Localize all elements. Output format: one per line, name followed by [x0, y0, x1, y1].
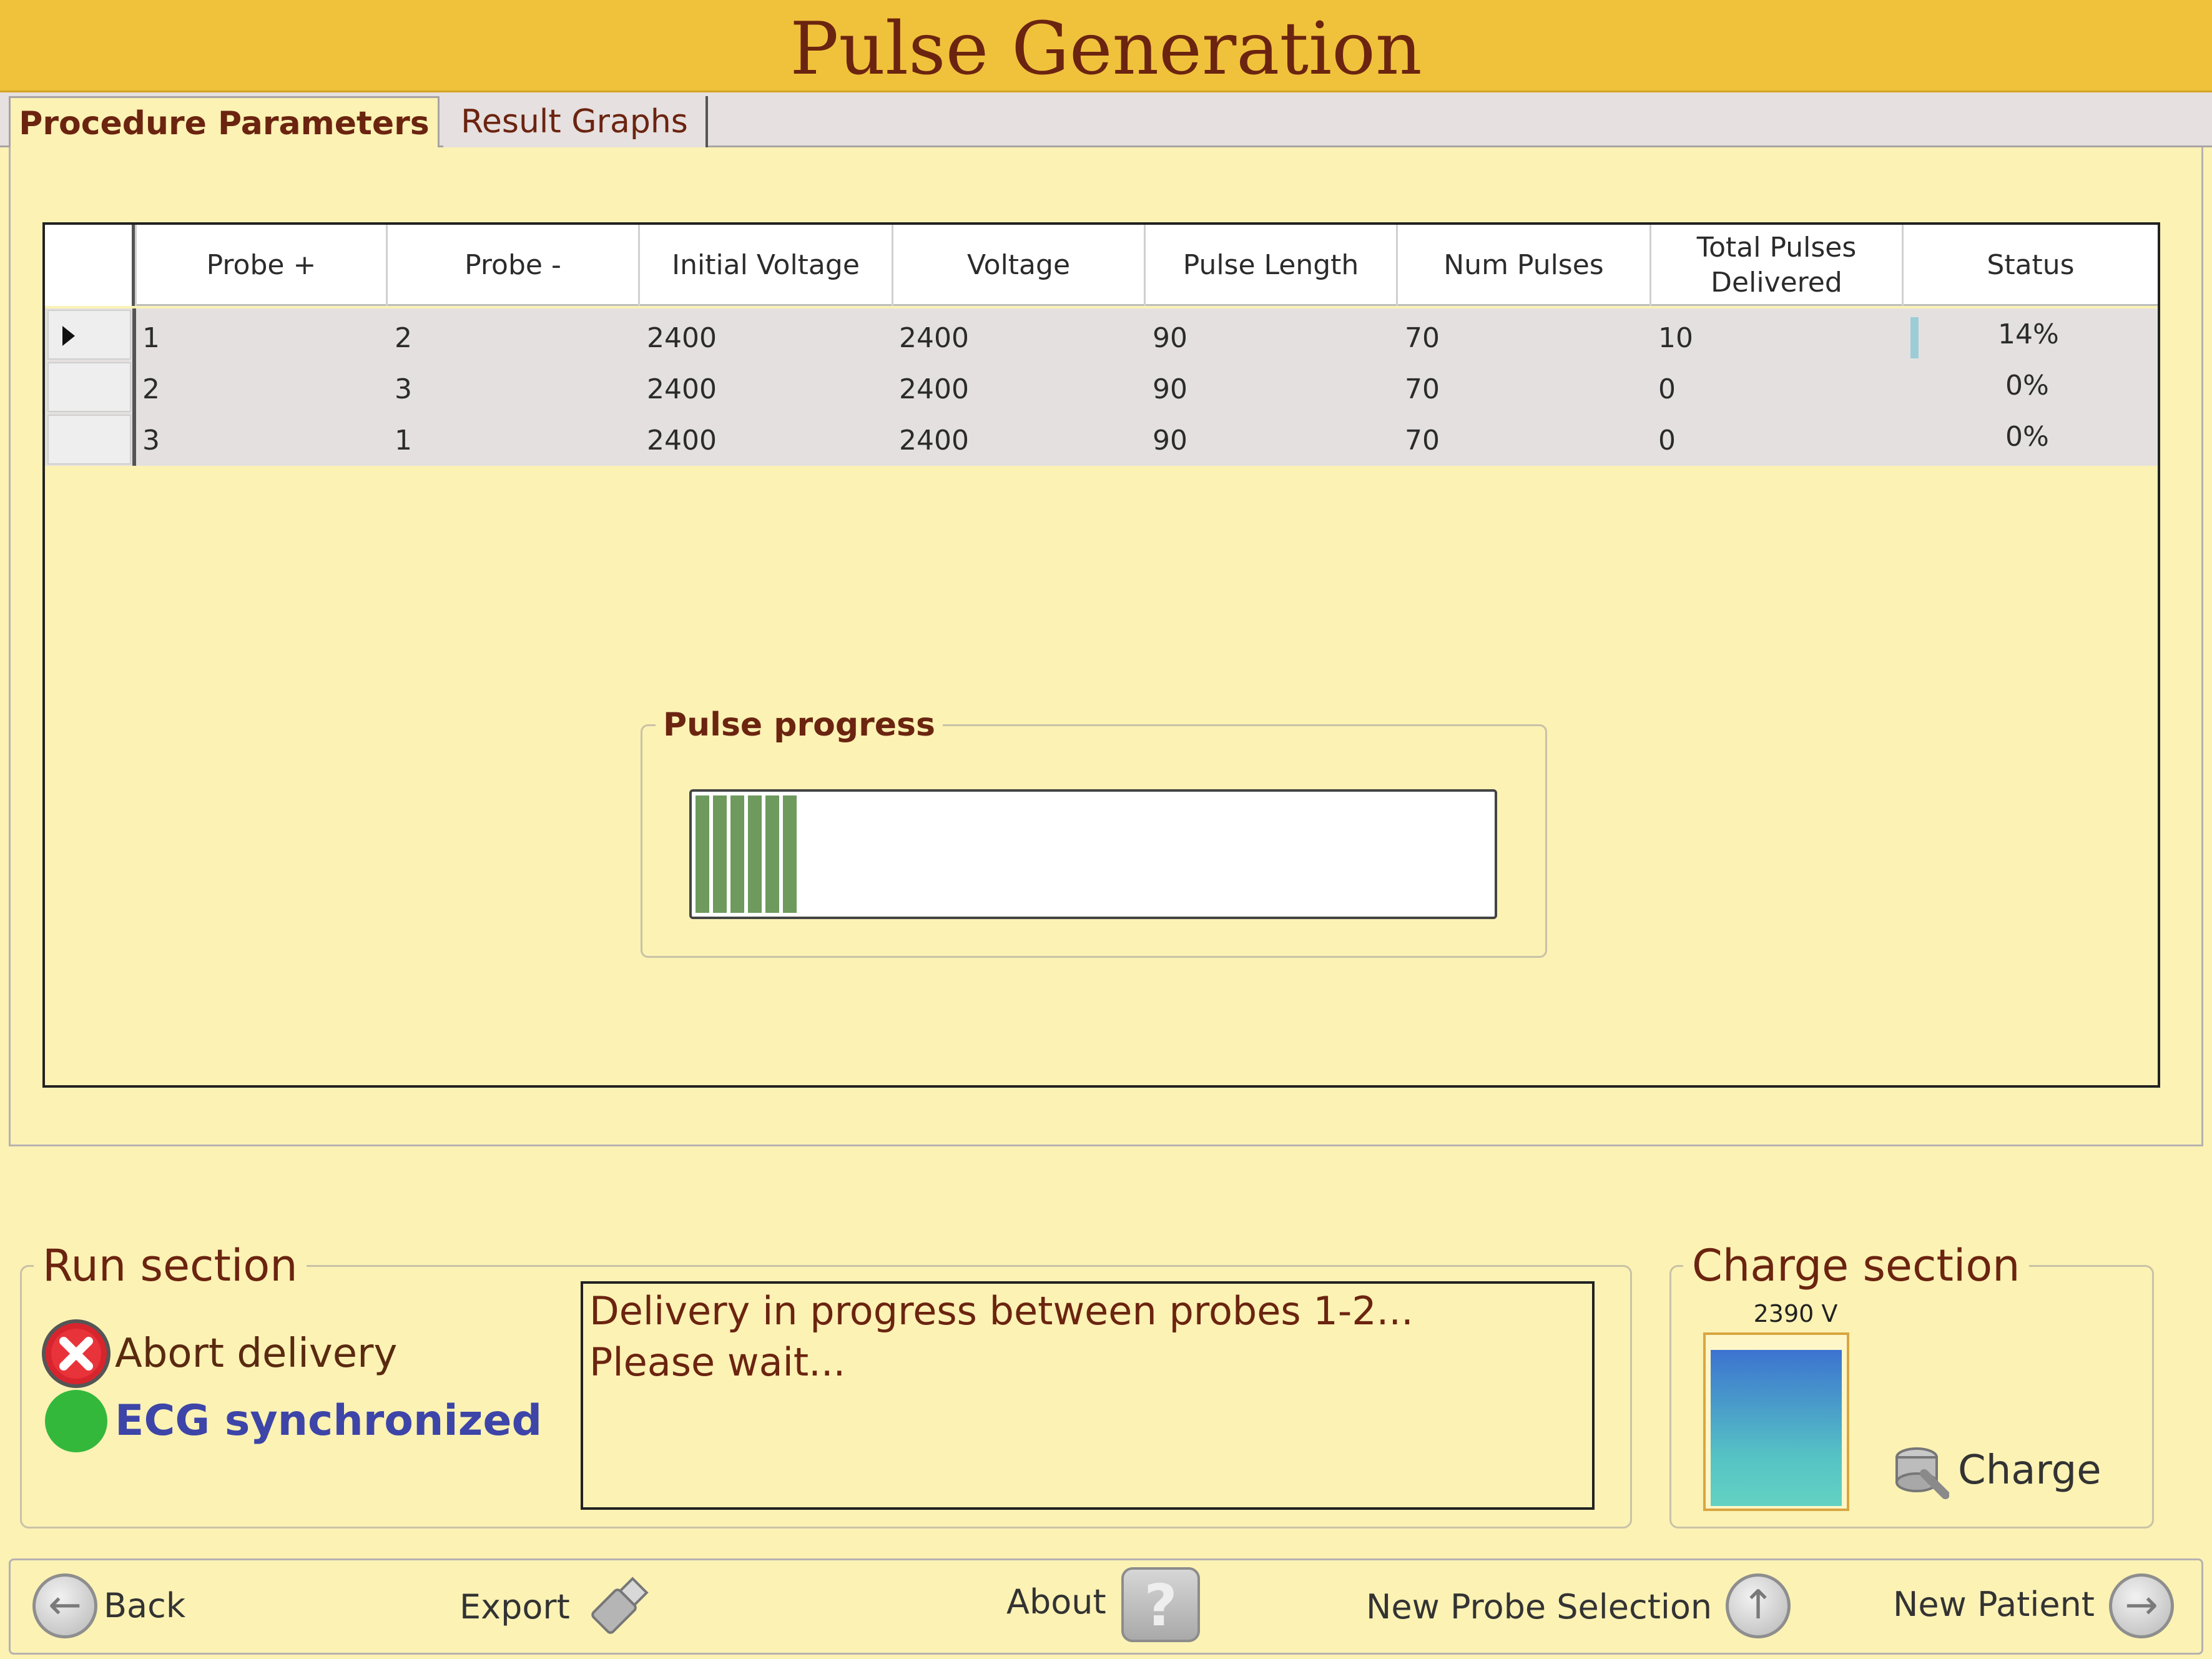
status-message-line: Please wait...: [589, 1339, 846, 1385]
status-bar-fill: [1910, 317, 1919, 358]
cell-probe-plus: 1: [142, 322, 160, 354]
page-title: Pulse Generation: [790, 7, 1422, 91]
row-header[interactable]: [47, 362, 131, 412]
up-arrow-icon[interactable]: ↑: [1726, 1573, 1791, 1638]
pulse-progress-segment: [765, 795, 779, 913]
pulse-progress-segment: [748, 795, 762, 913]
export-button[interactable]: Export: [460, 1582, 570, 1632]
col-header-initial-voltage[interactable]: Initial Voltage: [638, 225, 892, 306]
cell-num-pulses: 70: [1405, 322, 1440, 354]
cell-status: 0%: [2005, 421, 2049, 453]
help-icon[interactable]: ?: [1121, 1567, 1200, 1642]
pulse-progress-fill: [696, 795, 807, 913]
status-message-line: Delivery in progress between probes 1-2.…: [589, 1288, 1413, 1334]
charge-button[interactable]: Charge: [1958, 1442, 2101, 1499]
cell-probe-plus: 3: [142, 425, 160, 456]
abort-icon[interactable]: [41, 1319, 111, 1389]
cell-status: 0%: [2005, 370, 2049, 401]
back-arrow-icon[interactable]: ←: [32, 1573, 97, 1638]
cell-voltage: 2400: [899, 425, 969, 456]
col-header-num-pulses[interactable]: Num Pulses: [1396, 225, 1649, 306]
cell-probe-minus: 2: [395, 322, 412, 354]
cell-total-pulses: 0: [1658, 373, 1676, 405]
cell-total-pulses: 0: [1658, 425, 1676, 456]
cell-voltage: 2400: [899, 322, 969, 354]
ecg-status-label: ECG synchronized: [115, 1396, 543, 1445]
pulse-progress-bar: [689, 789, 1497, 919]
table-row[interactable]: [45, 413, 2158, 466]
abort-delivery-button[interactable]: Abort delivery: [115, 1322, 397, 1385]
col-header-pulse-length[interactable]: Pulse Length: [1144, 225, 1396, 306]
cell-num-pulses: 70: [1405, 373, 1440, 405]
cell-pulse-length: 90: [1153, 322, 1187, 354]
cell-status: 14%: [1998, 318, 2059, 350]
tab-procedure-parameters[interactable]: Procedure Parameters: [9, 96, 440, 150]
new-patient-button[interactable]: New Patient: [1893, 1580, 2095, 1630]
charge-voltage-readout: 2390 V: [1753, 1300, 1838, 1327]
col-header-probe-plus[interactable]: Probe +: [135, 225, 386, 306]
row-header[interactable]: [47, 415, 131, 465]
col-header-total-pulses-delivered[interactable]: Total Pulses Delivered: [1649, 225, 1902, 306]
col-header-status[interactable]: Status: [1902, 225, 2158, 306]
col-header-voltage[interactable]: Voltage: [892, 225, 1144, 306]
pulse-progress-segment: [730, 795, 744, 913]
cell-voltage: 2400: [899, 373, 969, 405]
charge-level-fill: [1711, 1350, 1842, 1506]
cell-pulse-length: 90: [1153, 425, 1187, 456]
about-button[interactable]: About: [1006, 1577, 1106, 1627]
cell-initial-voltage: 2400: [647, 373, 717, 405]
pulse-progress-segment: [696, 795, 709, 913]
new-probe-selection-button[interactable]: New Probe Selection: [1366, 1582, 1712, 1632]
back-button[interactable]: Back: [104, 1581, 185, 1631]
cell-probe-plus: 2: [142, 373, 160, 405]
cell-probe-minus: 1: [395, 425, 412, 456]
table-corner: [45, 225, 135, 306]
charge-level-gauge: [1703, 1332, 1849, 1511]
cell-total-pulses: 10: [1658, 322, 1693, 354]
table-row[interactable]: [45, 308, 2158, 361]
row-header-divider: [132, 308, 136, 466]
usb-icon[interactable]: [587, 1573, 652, 1638]
ecg-status-icon: [45, 1390, 107, 1452]
cell-initial-voltage: 2400: [647, 322, 717, 354]
pulse-progress-segment: [713, 795, 727, 913]
row-header[interactable]: [47, 310, 131, 360]
right-arrow-icon[interactable]: →: [2109, 1573, 2174, 1638]
pulse-progress-label: Pulse progress: [656, 703, 943, 747]
col-header-probe-minus[interactable]: Probe -: [386, 225, 638, 306]
charge-section-label: Charge section: [1683, 1238, 2029, 1294]
charge-icon[interactable]: [1889, 1439, 1950, 1501]
tab-result-graphs[interactable]: Result Graphs: [443, 96, 708, 147]
run-section-label: Run section: [34, 1238, 307, 1294]
cell-num-pulses: 70: [1405, 425, 1440, 456]
cell-probe-minus: 3: [395, 373, 412, 405]
pulse-progress-segment: [783, 795, 797, 913]
table-row[interactable]: [45, 361, 2158, 413]
cell-pulse-length: 90: [1153, 373, 1187, 405]
row-pointer-icon: [62, 326, 75, 346]
cell-initial-voltage: 2400: [647, 425, 717, 456]
